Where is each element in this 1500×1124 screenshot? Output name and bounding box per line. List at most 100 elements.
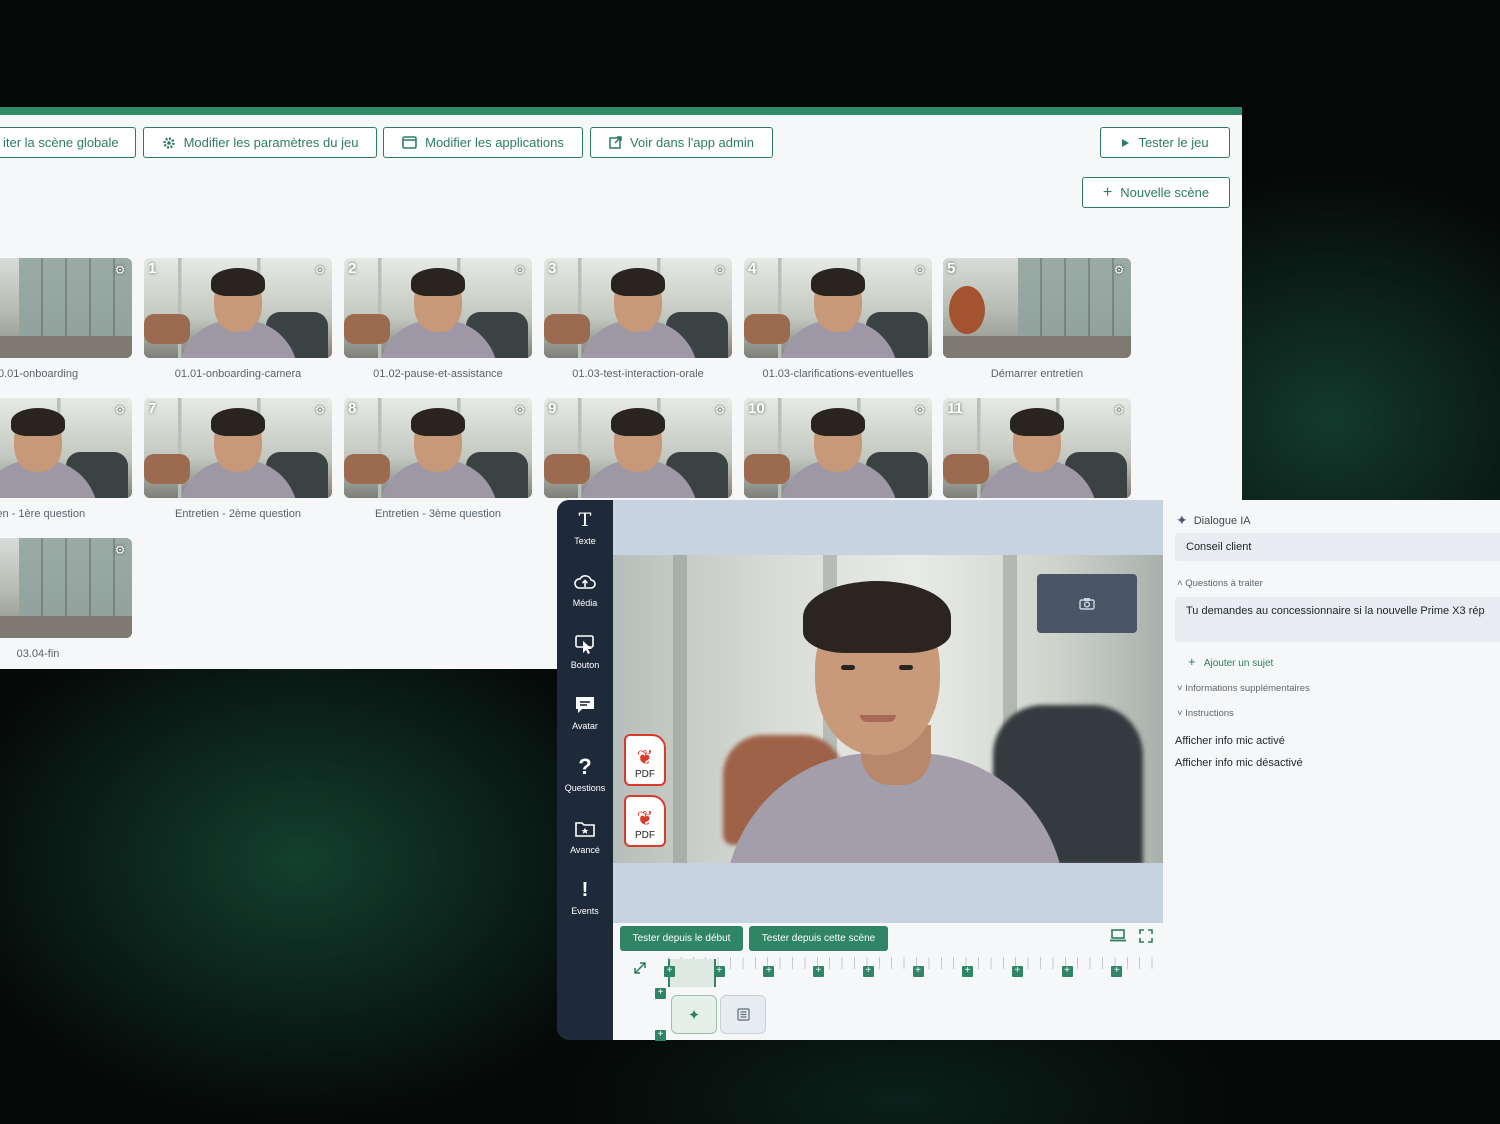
gear-icon[interactable]: ⚙	[1113, 404, 1125, 416]
edit-apps-button[interactable]: Modifier les applications	[383, 127, 583, 158]
scene-thumbnail[interactable]: 9 ⚙	[544, 398, 732, 498]
timeline-add-marker[interactable]: +	[912, 966, 924, 977]
scene-card[interactable]: 8 ⚙ Entretien - 3ème question	[344, 398, 532, 520]
instructions-section-toggle[interactable]: ˅ Instructions	[1177, 708, 1234, 719]
scene-card[interactable]: 5 ⚙ Démarrer entretien	[943, 258, 1131, 380]
camera-placeholder[interactable]	[1037, 574, 1137, 633]
extra-info-section-toggle[interactable]: ˅ Informations supplémentaires	[1177, 683, 1310, 694]
text-block[interactable]	[720, 995, 766, 1034]
instructions-section-label: Instructions	[1185, 708, 1234, 719]
gear-icon[interactable]: ⚙	[114, 264, 126, 276]
scene-thumbnail[interactable]: ⚙	[0, 538, 132, 638]
timeline-add-marker[interactable]: +	[713, 966, 725, 977]
expand-icon[interactable]	[633, 961, 647, 979]
rail-item-bouton[interactable]: Bouton	[557, 632, 613, 670]
timeline-add-marker[interactable]: +	[763, 966, 775, 977]
add-track-button[interactable]: +	[655, 988, 666, 999]
add-track-button[interactable]: +	[655, 1030, 666, 1041]
test-from-scene-button[interactable]: Tester depuis cette scène	[749, 926, 888, 951]
questions-section-toggle[interactable]: ˄ Questions à traiter	[1177, 578, 1263, 589]
scene-card[interactable]: ⚙ 03.04-fin	[0, 538, 132, 660]
gear-icon[interactable]: ⚙	[914, 264, 926, 276]
mic-off-option[interactable]: Afficher info mic désactivé	[1175, 757, 1303, 769]
dialogue-select-value: Conseil client	[1186, 541, 1252, 553]
view-admin-label: Voir dans l'app admin	[630, 135, 754, 150]
scene-number: 7	[148, 400, 157, 417]
gear-icon[interactable]: ⚙	[714, 404, 726, 416]
scene-thumbnail[interactable]: 5 ⚙	[943, 258, 1131, 358]
scene-number: 8	[348, 400, 357, 417]
scene-card[interactable]: 9 ⚙	[544, 398, 732, 508]
rail-item-texte[interactable]: T Texte	[557, 508, 613, 546]
gear-icon[interactable]: ⚙	[314, 404, 326, 416]
gear-icon[interactable]: ⚙	[514, 404, 526, 416]
mic-on-option[interactable]: Afficher info mic activé	[1175, 735, 1285, 747]
timeline-add-marker[interactable]: +	[664, 966, 675, 977]
scene-card[interactable]: 1 ⚙ 01.01-onboarding-camera	[144, 258, 332, 380]
gear-icon[interactable]: ⚙	[914, 404, 926, 416]
timeline-add-marker[interactable]: +	[962, 966, 974, 977]
scene-number: 10	[748, 400, 765, 417]
folder-star-icon	[557, 817, 613, 841]
rail-item-avatar[interactable]: Avatar	[557, 693, 613, 731]
test-game-button[interactable]: Tester le jeu	[1100, 127, 1230, 158]
scene-thumbnail[interactable]: 3 ⚙	[544, 258, 732, 358]
timeline-selection[interactable]	[668, 959, 716, 987]
scene-thumbnail[interactable]: 1 ⚙	[144, 258, 332, 358]
new-scene-button[interactable]: + Nouvelle scène	[1082, 177, 1230, 208]
scene-thumbnail[interactable]: 8 ⚙	[344, 398, 532, 498]
fullscreen-icon[interactable]	[1139, 929, 1153, 947]
gear-icon[interactable]: ⚙	[114, 544, 126, 556]
scene-card[interactable]: 2 ⚙ 01.02-pause-et-assistance	[344, 258, 532, 380]
rail-item-avance[interactable]: Avancé	[557, 817, 613, 855]
scene-number: 11	[947, 400, 963, 417]
timeline-add-marker[interactable]: +	[862, 966, 874, 977]
test-from-start-button[interactable]: Tester depuis le début	[620, 926, 743, 951]
ai-dialog-block[interactable]: ✦	[671, 995, 717, 1034]
pdf-document-2[interactable]: ❦ PDF	[624, 795, 666, 847]
question-text-area[interactable]: Tu demandes au concessionnaire si la nou…	[1175, 597, 1500, 642]
test-from-scene-label: Tester depuis cette scène	[761, 933, 876, 944]
timeline-add-marker[interactable]: +	[1111, 966, 1123, 977]
scene-thumbnail[interactable]: 2 ⚙	[344, 258, 532, 358]
scene-card[interactable]: 11 ⚙	[943, 398, 1131, 508]
gear-icon[interactable]: ⚙	[514, 264, 526, 276]
scene-card[interactable]: 7 ⚙ Entretien - 2ème question	[144, 398, 332, 520]
scene-thumbnail[interactable]: 11 ⚙	[943, 398, 1131, 498]
rail-item-events[interactable]: ! Events	[557, 878, 613, 917]
new-scene-label: Nouvelle scène	[1120, 185, 1210, 200]
rail-item-questions[interactable]: ? Questions	[557, 754, 613, 793]
pdf-document-1[interactable]: ❦ PDF	[624, 734, 666, 786]
gear-icon[interactable]: ⚙	[314, 264, 326, 276]
gear-icon[interactable]: ⚙	[714, 264, 726, 276]
timeline-add-marker[interactable]: +	[1011, 966, 1023, 977]
laptop-icon[interactable]	[1109, 929, 1127, 946]
mic-on-label: Afficher info mic activé	[1175, 735, 1285, 747]
scene-thumbnail[interactable]: ⚙	[0, 398, 132, 498]
scene-thumbnail[interactable]: 4 ⚙	[744, 258, 932, 358]
add-subject-button[interactable]: + Ajouter un sujet	[1188, 654, 1273, 669]
scene-number: 1	[148, 260, 157, 277]
extra-info-section-label: Informations supplémentaires	[1185, 683, 1310, 694]
tool-rail: T Texte Média Bouton Avatar ? Questions …	[557, 500, 613, 1040]
timeline-add-marker[interactable]: +	[1061, 966, 1073, 977]
scene-card[interactable]: 4 ⚙ 01.03-clarifications-eventuelles	[744, 258, 932, 380]
question-mark-icon: ?	[578, 754, 592, 779]
scene-thumbnail[interactable]: ⚙	[0, 258, 132, 358]
scene-thumbnail[interactable]: 10 ⚙	[744, 398, 932, 498]
rail-item-media[interactable]: Média	[557, 570, 613, 608]
scene-caption: 01.01-onboarding-camera	[174, 368, 302, 380]
gear-icon[interactable]: ⚙	[114, 404, 126, 416]
edit-game-params-button[interactable]: Modifier les paramètres du jeu	[143, 127, 377, 158]
scene-card[interactable]: ⚙ 0.01-onboarding	[0, 258, 132, 380]
view-admin-button[interactable]: Voir dans l'app admin	[590, 127, 773, 158]
scene-card[interactable]: ⚙ tien - 1ère question	[0, 398, 132, 520]
dialogue-select[interactable]: Conseil client	[1175, 533, 1500, 561]
camera-icon	[1079, 598, 1095, 610]
edit-global-scene-button[interactable]: iter la scène globale	[0, 127, 136, 158]
scene-thumbnail[interactable]: 7 ⚙	[144, 398, 332, 498]
scene-card[interactable]: 10 ⚙	[744, 398, 932, 508]
gear-icon[interactable]: ⚙	[1113, 264, 1125, 276]
timeline-add-marker[interactable]: +	[813, 966, 825, 977]
scene-card[interactable]: 3 ⚙ 01.03-test-interaction-orale	[544, 258, 732, 380]
